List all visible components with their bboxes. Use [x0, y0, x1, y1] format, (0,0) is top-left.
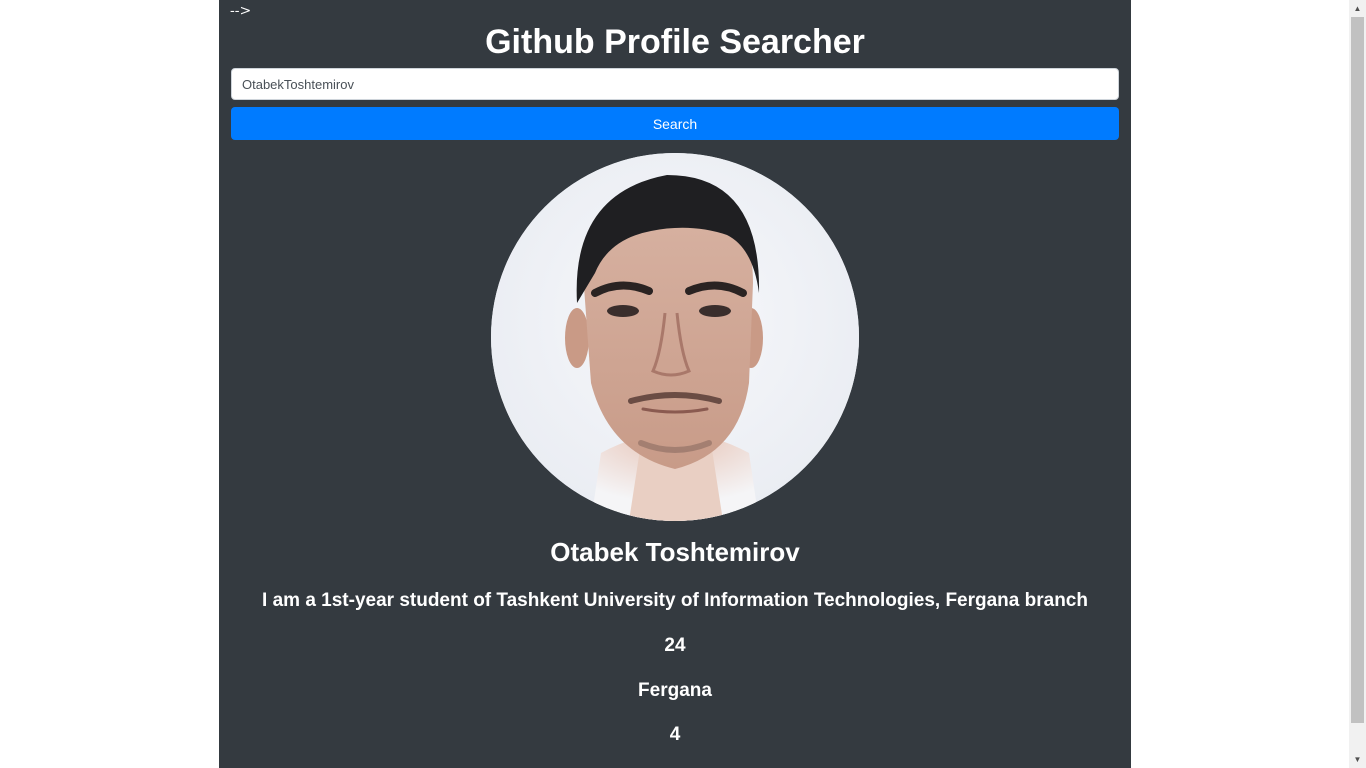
avatar-photo: [491, 153, 859, 521]
triangle-up-icon[interactable]: ▲: [1349, 0, 1366, 17]
username-search-input[interactable]: [231, 68, 1119, 100]
triangle-down-icon[interactable]: ▼: [1349, 751, 1366, 768]
page-title: Github Profile Searcher: [485, 23, 865, 61]
profile-bio: I am a 1st-year student of Tashkent Univ…: [262, 590, 1088, 611]
profile-avatar: [491, 153, 859, 521]
scrollbar-thumb[interactable]: [1351, 17, 1364, 723]
profile-stat-location: Fergana: [638, 680, 712, 701]
search-button[interactable]: Search: [231, 107, 1119, 140]
profile-name: Otabek Toshtemirov: [550, 537, 800, 567]
main-container: --> Github Profile Searcher Search: [219, 0, 1131, 768]
page: --> Github Profile Searcher Search: [0, 0, 1366, 768]
stray-html-comment-text: -->: [230, 3, 252, 19]
profile-stat-followers: 4: [669, 724, 681, 745]
profile-stat-repos: 24: [664, 635, 686, 656]
page-scrollbar[interactable]: ▲ ▼: [1349, 0, 1366, 768]
